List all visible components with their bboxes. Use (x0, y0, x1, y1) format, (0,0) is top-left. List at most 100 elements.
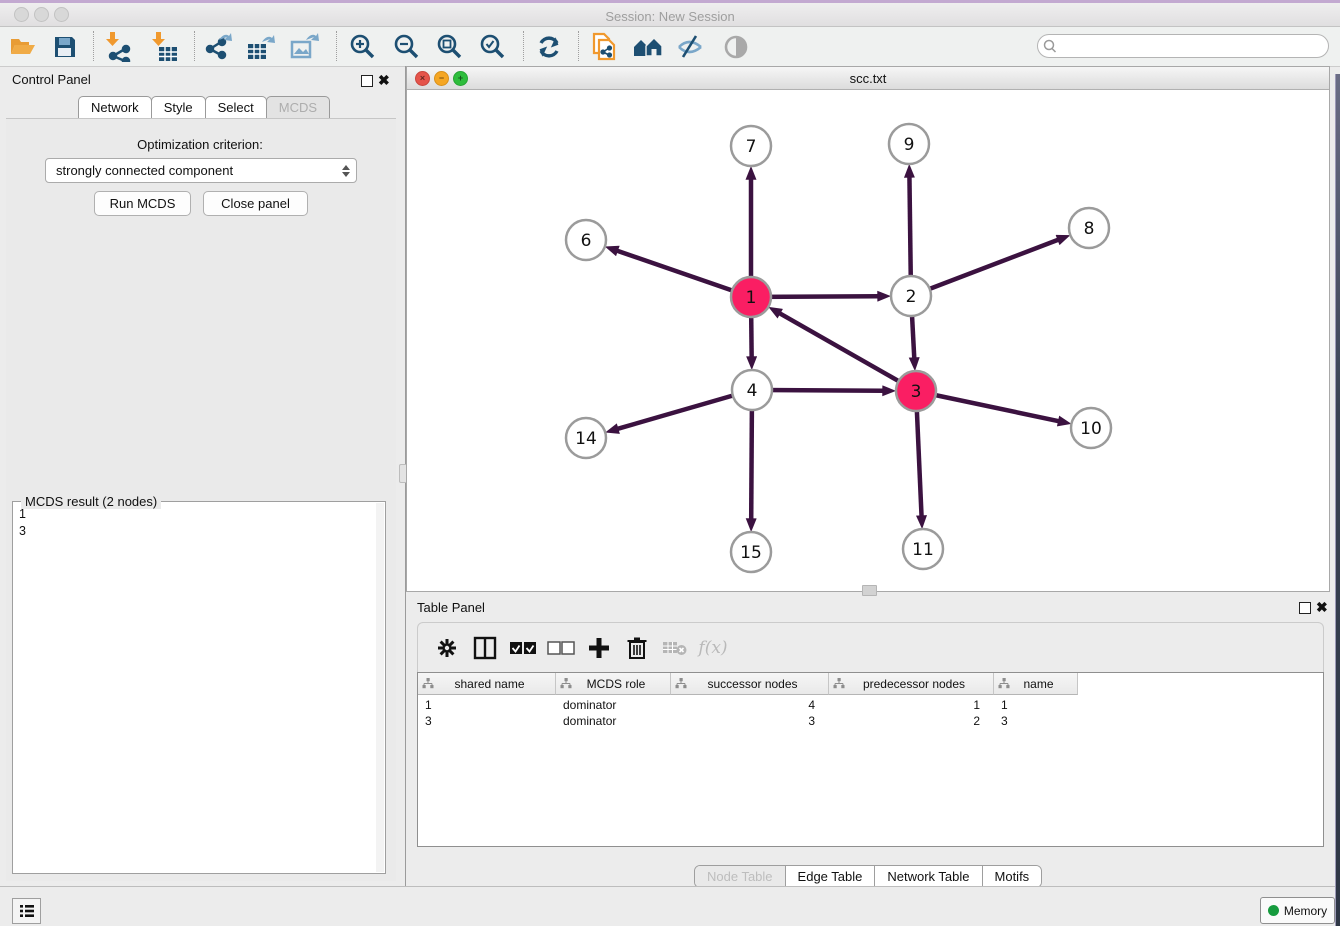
result-scrollbar[interactable] (376, 503, 384, 872)
graph-node-6[interactable]: 6 (566, 220, 606, 260)
graph-node-9[interactable]: 9 (889, 124, 929, 164)
cell-name[interactable]: 3 (994, 713, 1078, 729)
svg-text:7: 7 (746, 137, 757, 157)
tab-network[interactable]: Network (78, 96, 152, 118)
save-session-icon[interactable] (47, 30, 83, 64)
column-header-successor-nodes[interactable]: successor nodes (671, 673, 829, 695)
import-network-icon[interactable] (101, 30, 137, 64)
network-window-titlebar: × − + scc.txt (407, 67, 1329, 90)
cell-predecessor-nodes[interactable]: 2 (829, 713, 994, 729)
table-panel-title: Table Panel (417, 600, 485, 615)
cell-successor-nodes[interactable]: 3 (671, 713, 829, 729)
memory-button-label: Memory (1284, 904, 1327, 918)
network-view-window: × − + scc.txt 7 9 6 8 1 2 4 3 14 10 15 11 (406, 66, 1330, 592)
column-header-predecessor-nodes[interactable]: predecessor nodes (829, 673, 994, 695)
node-table[interactable]: shared nameMCDS rolesuccessor nodesprede… (417, 672, 1324, 847)
tab-node-table[interactable]: Node Table (695, 866, 786, 887)
network-canvas[interactable]: 7 9 6 8 1 2 4 3 14 10 15 11 (407, 90, 1329, 591)
control-panel-close-icon[interactable]: ✖ (378, 74, 390, 86)
optimization-select-value: strongly connected component (46, 163, 338, 178)
cell-shared-name[interactable]: 1 (418, 697, 556, 713)
close-panel-button[interactable]: Close panel (203, 191, 308, 216)
mcds-result-box: MCDS result (2 nodes) 1 3 (12, 501, 386, 874)
control-panel-float-icon[interactable] (361, 75, 373, 87)
clone-network-icon[interactable] (586, 30, 622, 64)
select-all-rows-icon[interactable] (504, 631, 542, 665)
cell-name[interactable]: 1 (994, 697, 1078, 713)
column-header-name[interactable]: name (994, 673, 1078, 695)
cell-successor-nodes[interactable]: 4 (671, 697, 829, 713)
toolbar-separator (523, 31, 524, 61)
horizontal-splitter-grip[interactable] (862, 585, 877, 596)
table-panel-float-icon[interactable] (1299, 602, 1311, 614)
cell-MCDS-role[interactable]: dominator (556, 713, 671, 729)
graph-node-8[interactable]: 8 (1069, 208, 1109, 248)
table-settings-icon[interactable] (428, 631, 466, 665)
tab-mcds[interactable]: MCDS (266, 96, 330, 118)
column-type-icon (560, 678, 572, 689)
refresh-icon[interactable] (531, 30, 567, 64)
cell-predecessor-nodes[interactable]: 1 (829, 697, 994, 713)
toolbar-separator (194, 31, 195, 61)
graph-node-14[interactable]: 14 (566, 418, 606, 458)
tab-motifs[interactable]: Motifs (983, 866, 1042, 887)
column-header-MCDS-role[interactable]: MCDS role (556, 673, 671, 695)
table-row[interactable]: 1dominator411 (418, 697, 1078, 713)
export-network-icon[interactable] (200, 30, 236, 64)
table-panel-close-icon[interactable]: ✖ (1316, 601, 1328, 613)
import-table-icon[interactable] (147, 30, 183, 64)
export-image-icon[interactable] (287, 30, 323, 64)
graph-node-3[interactable]: 3 (896, 371, 936, 411)
export-table-icon[interactable] (243, 30, 279, 64)
zoom-in-icon[interactable] (344, 30, 380, 64)
zoom-out-icon[interactable] (388, 30, 424, 64)
hide-selected-icon[interactable] (673, 30, 709, 64)
zoom-selected-icon[interactable] (474, 30, 510, 64)
tab-select[interactable]: Select (205, 96, 267, 118)
control-panel-title: Control Panel (12, 72, 91, 87)
task-history-button[interactable] (12, 898, 41, 924)
cell-shared-name[interactable]: 3 (418, 713, 556, 729)
function-builder-icon[interactable]: f(x) (694, 631, 732, 665)
column-header-shared-name[interactable]: shared name (418, 673, 556, 695)
memory-button[interactable]: Memory (1260, 897, 1335, 924)
tab-network-table[interactable]: Network Table (875, 866, 982, 887)
graph-node-7[interactable]: 7 (731, 126, 771, 166)
optimization-select[interactable]: strongly connected component (45, 158, 357, 183)
graph-node-4[interactable]: 4 (732, 370, 772, 410)
show-all-icon[interactable] (718, 30, 754, 64)
graph-node-1[interactable]: 1 (731, 277, 771, 317)
graph-edge-3-1[interactable] (780, 313, 916, 391)
memory-status-icon (1268, 905, 1279, 916)
add-column-icon[interactable] (580, 631, 618, 665)
mcds-result-values: 1 3 (19, 506, 26, 540)
svg-text:8: 8 (1084, 219, 1095, 239)
graph-edge-2-8[interactable] (911, 240, 1058, 296)
tab-style[interactable]: Style (151, 96, 206, 118)
graph-node-10[interactable]: 10 (1071, 408, 1111, 448)
graph-node-2[interactable]: 2 (891, 276, 931, 316)
delete-column-icon[interactable] (618, 631, 656, 665)
graph-node-15[interactable]: 15 (731, 532, 771, 572)
run-mcds-button[interactable]: Run MCDS (94, 191, 191, 216)
delete-table-icon[interactable] (656, 631, 694, 665)
search-field[interactable] (1037, 34, 1329, 58)
tab-edge-table[interactable]: Edge Table (786, 866, 876, 887)
status-bar: Memory (0, 886, 1340, 926)
mcds-result-title: MCDS result (2 nodes) (21, 494, 161, 509)
svg-text:14: 14 (575, 429, 597, 449)
open-session-icon[interactable] (5, 30, 41, 64)
graph-node-11[interactable]: 11 (903, 529, 943, 569)
graph-edge-3-10[interactable] (916, 391, 1059, 421)
deselect-all-rows-icon[interactable] (542, 631, 580, 665)
split-columns-icon[interactable] (466, 631, 504, 665)
search-input[interactable] (1060, 38, 1314, 54)
toolbar-separator (578, 31, 579, 61)
cell-MCDS-role[interactable]: dominator (556, 697, 671, 713)
first-neighbors-icon[interactable] (630, 30, 666, 64)
table-row[interactable]: 3dominator323 (418, 713, 1078, 729)
svg-text:4: 4 (747, 381, 758, 401)
chevron-up-down-icon (338, 161, 354, 180)
window-titlebar: Session: New Session (0, 3, 1340, 27)
zoom-fit-icon[interactable] (431, 30, 467, 64)
